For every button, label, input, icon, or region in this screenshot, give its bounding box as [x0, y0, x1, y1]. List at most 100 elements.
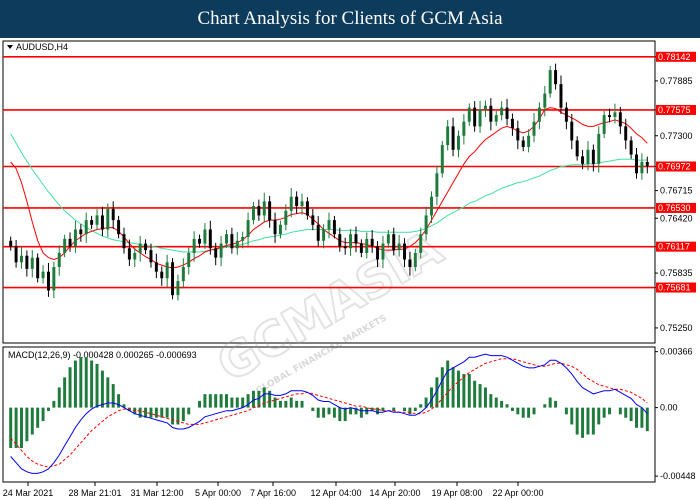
candle-body	[554, 70, 558, 85]
candle-body	[289, 196, 293, 211]
candle-body	[581, 156, 585, 164]
candle-body	[408, 259, 412, 267]
candle-body	[219, 243, 223, 258]
candle-body	[332, 220, 336, 235]
candle-body	[343, 246, 347, 249]
candle-body	[397, 243, 401, 251]
candle-body	[629, 140, 633, 155]
macd-tick-label: 0.00	[660, 403, 678, 413]
candle-body	[251, 206, 255, 221]
candle-body	[36, 257, 40, 279]
candle-body	[165, 262, 169, 279]
candle-body	[300, 201, 304, 207]
macd-tick-label: -0.00448	[660, 471, 696, 481]
time-tick-label: 7 Apr 16:00	[250, 488, 296, 498]
candle-body	[117, 220, 121, 235]
candle-body	[424, 215, 428, 235]
candle-body	[575, 140, 579, 157]
price-tick-label: 0.77885	[660, 76, 693, 86]
candle-body	[376, 246, 380, 260]
candle-body	[208, 229, 212, 249]
candle-body	[241, 237, 245, 241]
candle-body	[338, 234, 342, 247]
trading-chart[interactable]: GCMASIA GLOBAL FINANCIAL MARKETS AUDUSD,…	[0, 38, 700, 500]
candle-body	[478, 109, 482, 127]
candle-body	[489, 105, 493, 122]
candle-body	[111, 208, 115, 221]
candle-body	[79, 229, 83, 235]
candle-body	[537, 107, 541, 122]
level-label: 0.77575	[658, 105, 691, 115]
price-tick-label: 0.76420	[660, 213, 693, 223]
candle-body	[95, 215, 99, 225]
candle-body	[586, 149, 590, 164]
candle-body	[198, 238, 202, 244]
candle-body	[25, 255, 29, 269]
candle-body	[462, 121, 466, 136]
candle-body	[613, 112, 617, 117]
candle-body	[413, 252, 417, 267]
candle-body	[327, 220, 331, 230]
price-tick-label: 0.76715	[660, 186, 693, 196]
candle-body	[138, 243, 142, 253]
candle-body	[14, 246, 18, 263]
candle-body	[392, 234, 396, 251]
candle-body	[154, 262, 158, 272]
candle-body	[505, 107, 509, 119]
candle-body	[467, 107, 471, 122]
time-tick-label: 14 Apr 20:00	[369, 488, 420, 498]
candle-body	[284, 210, 288, 225]
candle-body	[456, 135, 460, 150]
time-tick-label: 24 Mar 2021	[3, 488, 54, 498]
candle-body	[564, 107, 568, 122]
candle-body	[214, 248, 218, 258]
time-tick-label: 12 Apr 04:00	[310, 488, 361, 498]
price-tick-label: 0.77300	[660, 131, 693, 141]
candle-body	[451, 126, 455, 150]
candle-body	[645, 162, 649, 166]
candle-body	[57, 252, 61, 267]
candle-body	[160, 271, 164, 279]
candle-body	[500, 107, 504, 116]
candle-body	[246, 220, 250, 237]
candle-body	[257, 206, 261, 216]
candle-body	[435, 173, 439, 197]
candle-body	[41, 271, 45, 279]
candle-body	[386, 234, 390, 244]
symbol-label: AUDUSD,H4	[16, 42, 68, 52]
candle-body	[608, 115, 612, 117]
candle-body	[440, 145, 444, 174]
macd-label: MACD(12,26,9) -0.000428 0.000265 -0.0006…	[8, 350, 197, 360]
candle-body	[349, 234, 353, 249]
macd-tick-label: 0.00366	[660, 347, 693, 357]
candle-body	[225, 234, 228, 244]
time-tick-label: 31 Mar 12:00	[130, 488, 183, 498]
page-title: Chart Analysis for Clients of GCM Asia	[197, 8, 503, 29]
candle-body	[403, 243, 407, 260]
candle-body	[106, 208, 110, 230]
candle-body	[295, 196, 299, 207]
candle-body	[494, 115, 498, 122]
candle-body	[591, 149, 595, 164]
candle-body	[359, 243, 363, 253]
candle-body	[548, 70, 552, 94]
candle-body	[635, 154, 638, 174]
candle-body	[532, 121, 536, 136]
level-label: 0.76972	[658, 162, 691, 172]
candle-body	[20, 255, 23, 263]
candle-body	[187, 252, 191, 267]
candle-body	[171, 262, 175, 296]
price-tick-label: 0.75250	[660, 323, 693, 333]
candle-body	[100, 215, 104, 230]
candle-body	[268, 201, 272, 221]
candle-body	[483, 105, 487, 110]
candle-body	[235, 240, 239, 249]
price-tick-label: 0.75835	[660, 268, 693, 278]
candle-body	[63, 238, 67, 253]
candle-body	[510, 118, 514, 129]
level-label: 0.75681	[658, 283, 691, 293]
level-label: 0.76117	[658, 242, 690, 252]
candle-body	[521, 140, 525, 147]
candle-body	[262, 201, 266, 216]
candle-body	[365, 238, 369, 253]
